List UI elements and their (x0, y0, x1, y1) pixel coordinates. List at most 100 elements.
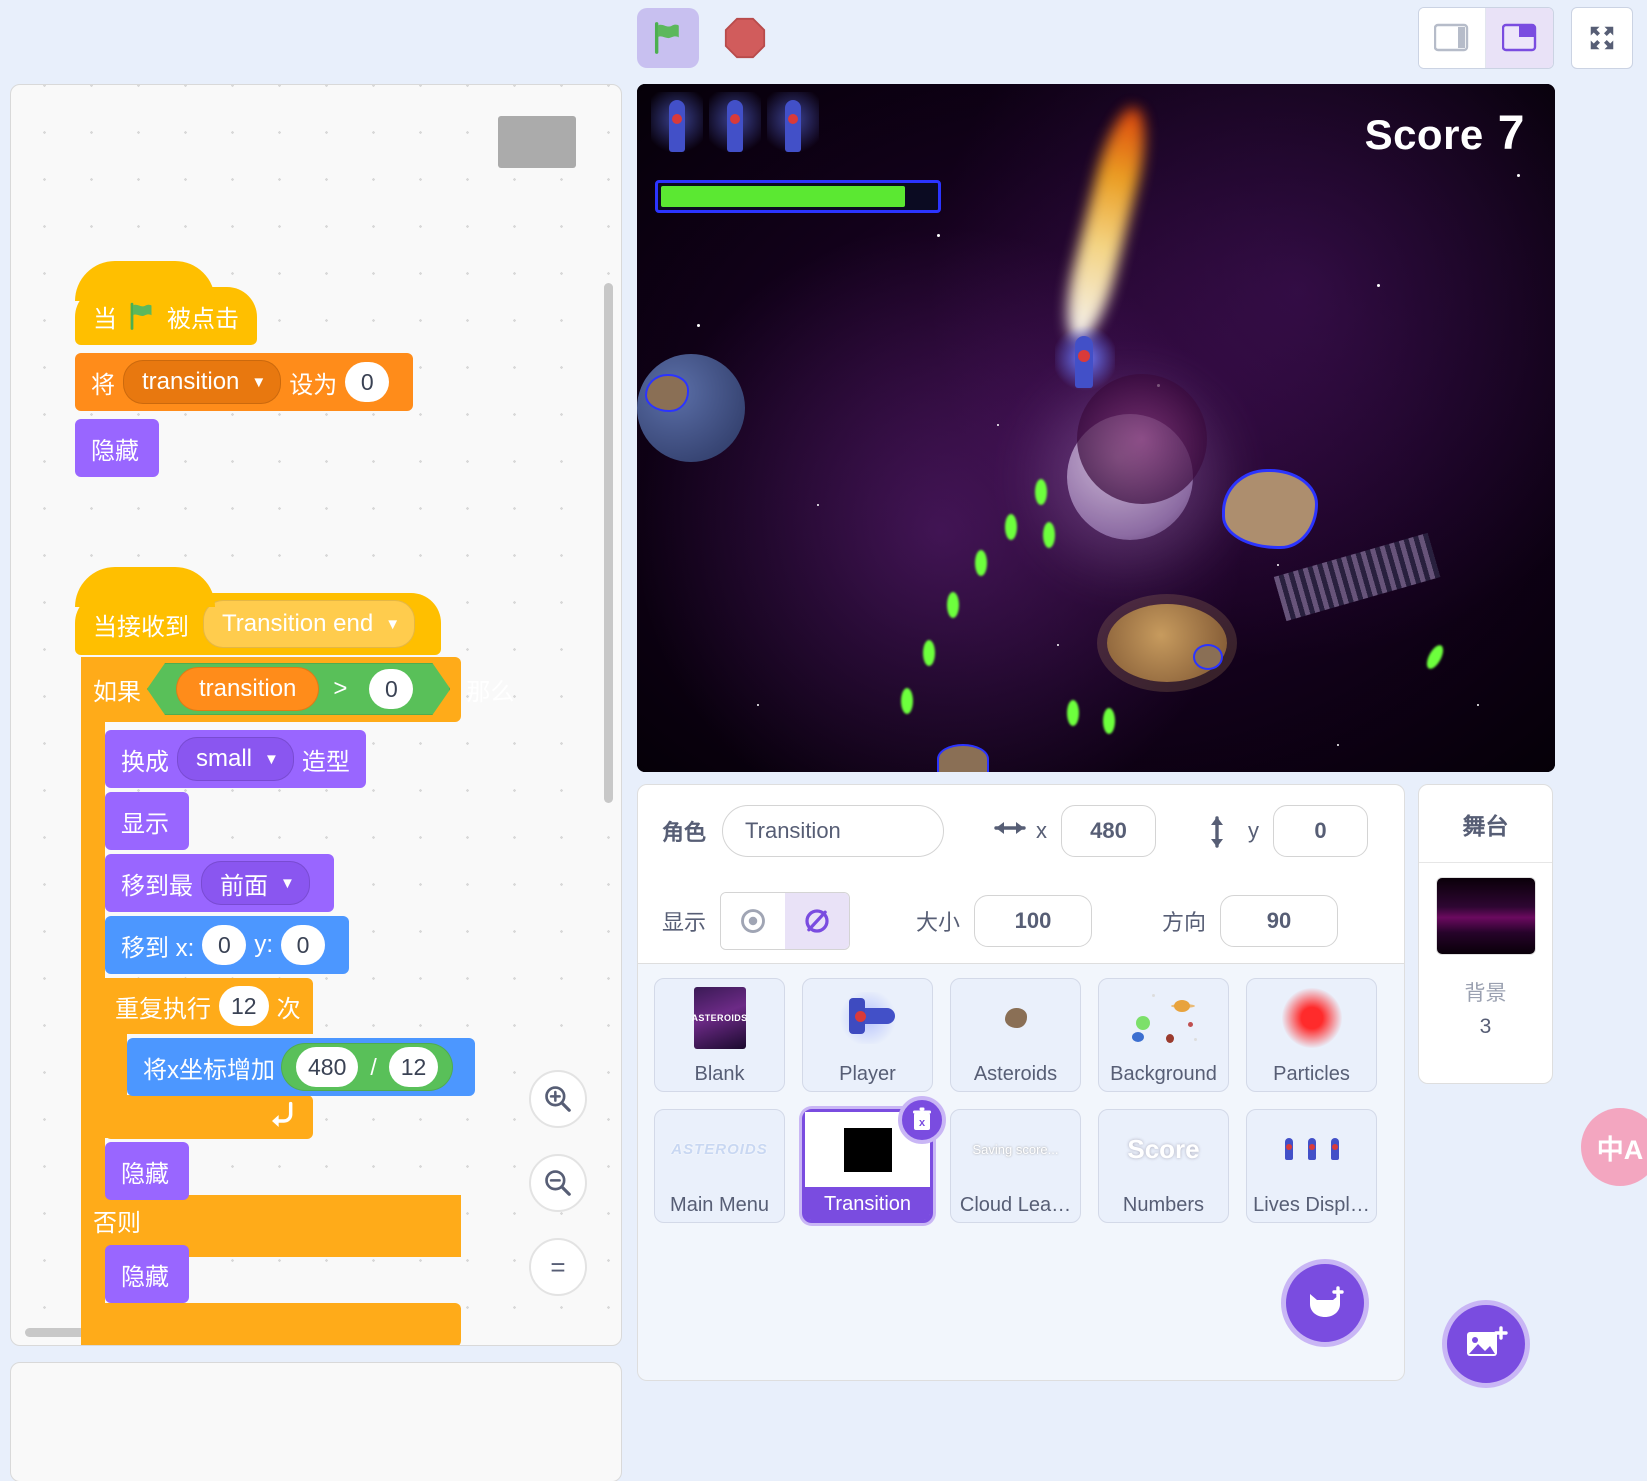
division-numerator-input[interactable]: 480 (296, 1047, 359, 1087)
laser-bolt (1005, 514, 1017, 540)
stage-view[interactable]: Score 7 (637, 84, 1555, 772)
goto-x-input[interactable]: 0 (202, 925, 247, 965)
translate-label: 中A (1596, 1134, 1644, 1165)
greater-than-operator[interactable]: transition > 0 (147, 663, 450, 715)
go-to-xy-block[interactable]: 移到 x: 0 y: 0 (105, 916, 350, 974)
star (1337, 744, 1339, 746)
sprite-thumb-text: Saving score... (972, 1141, 1059, 1157)
sprite-item-cloud-leaderboard[interactable]: Saving score... Cloud Lea… (950, 1109, 1081, 1223)
translate-button[interactable]: 中A (1581, 1108, 1647, 1186)
horizontal-arrow-icon (994, 815, 1026, 847)
sprite-grid: ASTEROIDS Blank Player Asteroids Backgro… (654, 978, 1404, 1223)
division-denominator-input[interactable]: 12 (388, 1047, 439, 1087)
image-plus-icon (1467, 1326, 1508, 1356)
size-input[interactable]: 100 (974, 895, 1093, 947)
sprite-name-input[interactable]: Transition (722, 805, 945, 857)
fullscreen-button[interactable] (1571, 7, 1633, 69)
star (1057, 644, 1059, 646)
asteroid-tiny (1193, 644, 1223, 670)
sprite-item-particles[interactable]: Particles (1246, 978, 1377, 1092)
star (1477, 704, 1479, 706)
top-toolbar (0, 0, 1647, 78)
green-flag-icon (654, 22, 679, 54)
switch-costume-block[interactable]: 换成 small ▼ 造型 (105, 730, 366, 788)
change-x-block[interactable]: 将x坐标增加 480 / 12 (127, 1038, 476, 1096)
asteroid-small (645, 374, 689, 412)
sprite-label: Player (839, 1063, 896, 1085)
sprite-item-main-menu[interactable]: ASTEROIDS Main Menu (654, 1109, 785, 1223)
division-symbol: / (370, 1053, 377, 1080)
hide-block-2[interactable]: 隐藏 (105, 1142, 189, 1200)
fullscreen-icon (1590, 26, 1614, 50)
division-operator[interactable]: 480 / 12 (281, 1043, 454, 1091)
sprite-item-blank[interactable]: ASTEROIDS Blank (654, 978, 785, 1092)
chevron-down-icon: ▼ (280, 874, 295, 892)
sprite-label: Main Menu (670, 1194, 769, 1216)
code-vertical-scrollbar[interactable] (604, 283, 613, 803)
y-input[interactable]: 0 (1273, 805, 1369, 857)
add-backdrop-button[interactable] (1442, 1300, 1530, 1388)
switch-suffix-label: 造型 (301, 748, 350, 776)
code-workspace[interactable]: 当 被点击 将 transition ▼ 设为 0 隐藏 当接收到 Transi… (10, 84, 622, 1346)
green-flag-icon (127, 301, 157, 331)
show-block[interactable]: 显示 (105, 792, 189, 850)
when-flag-clicked-block[interactable]: 当 被点击 (75, 261, 257, 345)
add-sprite-button[interactable] (1281, 1259, 1369, 1347)
stop-button[interactable] (717, 10, 773, 66)
delete-sprite-button[interactable]: x (898, 1096, 946, 1144)
set-variable-block[interactable]: 将 transition ▼ 设为 0 (75, 353, 414, 411)
hide-label: 隐藏 (91, 437, 139, 465)
goto-xy-prefix-label: 移到 x: (121, 934, 195, 962)
show-sprite-button[interactable] (721, 893, 786, 949)
costume-dropdown[interactable]: small ▼ (177, 737, 294, 781)
variable-name: transition (142, 368, 240, 395)
go-to-layer-block[interactable]: 移到最 前面 ▼ (105, 854, 334, 912)
condition-variable[interactable]: transition (176, 667, 319, 711)
sprite-item-lives-display[interactable]: Lives Displ… (1246, 1109, 1377, 1223)
large-stage-button[interactable] (1486, 8, 1553, 68)
star (1277, 564, 1279, 566)
sprite-thumbnail (951, 979, 1080, 1057)
repeat-count-input[interactable]: 12 (219, 986, 269, 1026)
set-value-input[interactable]: 0 (345, 362, 390, 402)
sprite-list-panel: ASTEROIDS Blank Player Asteroids Backgro… (637, 964, 1405, 1381)
zoom-controls: = (529, 1070, 587, 1322)
hide-block-1[interactable]: 隐藏 (75, 419, 159, 477)
cat-plus-icon (1310, 1286, 1344, 1317)
small-stage-button[interactable] (1419, 8, 1486, 68)
sprite-thumbnail (1247, 1110, 1376, 1188)
zoom-in-button[interactable] (529, 1070, 587, 1128)
sprite-item-background[interactable]: Background (1098, 978, 1229, 1092)
loop-arrow-icon (272, 1101, 293, 1127)
laser-bolt (1067, 700, 1079, 726)
player-ship-body (1075, 336, 1093, 388)
grey-placeholder-block[interactable] (498, 116, 576, 168)
hide-block-3[interactable]: 隐藏 (105, 1245, 189, 1303)
if-else-block-footer (81, 1303, 461, 1345)
stage-selector-panel[interactable]: 舞台 背景 3 (1418, 784, 1553, 1084)
zoom-out-icon (545, 1170, 571, 1196)
zoom-reset-button[interactable]: = (529, 1238, 587, 1296)
when-receive-block[interactable]: 当接收到 Transition end ▼ (75, 567, 442, 655)
variable-dropdown[interactable]: transition ▼ (123, 360, 282, 404)
condition-value-input[interactable]: 0 (369, 669, 413, 709)
sprite-item-numbers[interactable]: Score Numbers (1098, 1109, 1229, 1223)
star (697, 324, 700, 327)
green-flag-button[interactable] (637, 8, 699, 68)
layer-dropdown[interactable]: 前面 ▼ (201, 861, 310, 905)
sprite-label: Background (1110, 1063, 1217, 1085)
sprite-item-transition[interactable]: x Transition (802, 1096, 946, 1223)
message-dropdown[interactable]: Transition end ▼ (203, 600, 416, 648)
zoom-out-button[interactable] (529, 1154, 587, 1212)
sprite-item-player[interactable]: Player (802, 978, 933, 1092)
sprite-label: Blank (694, 1063, 745, 1085)
goto-y-input[interactable]: 0 (281, 925, 326, 965)
hide-sprite-button[interactable] (785, 893, 850, 949)
direction-input[interactable]: 90 (1220, 895, 1339, 947)
laser-bolt (1103, 708, 1115, 734)
chevron-down-icon: ▼ (385, 615, 401, 633)
laser-bolt (947, 592, 959, 618)
x-input[interactable]: 480 (1061, 805, 1157, 857)
sprite-item-asteroids[interactable]: Asteroids (950, 978, 1081, 1092)
costume-name: small (196, 745, 253, 772)
